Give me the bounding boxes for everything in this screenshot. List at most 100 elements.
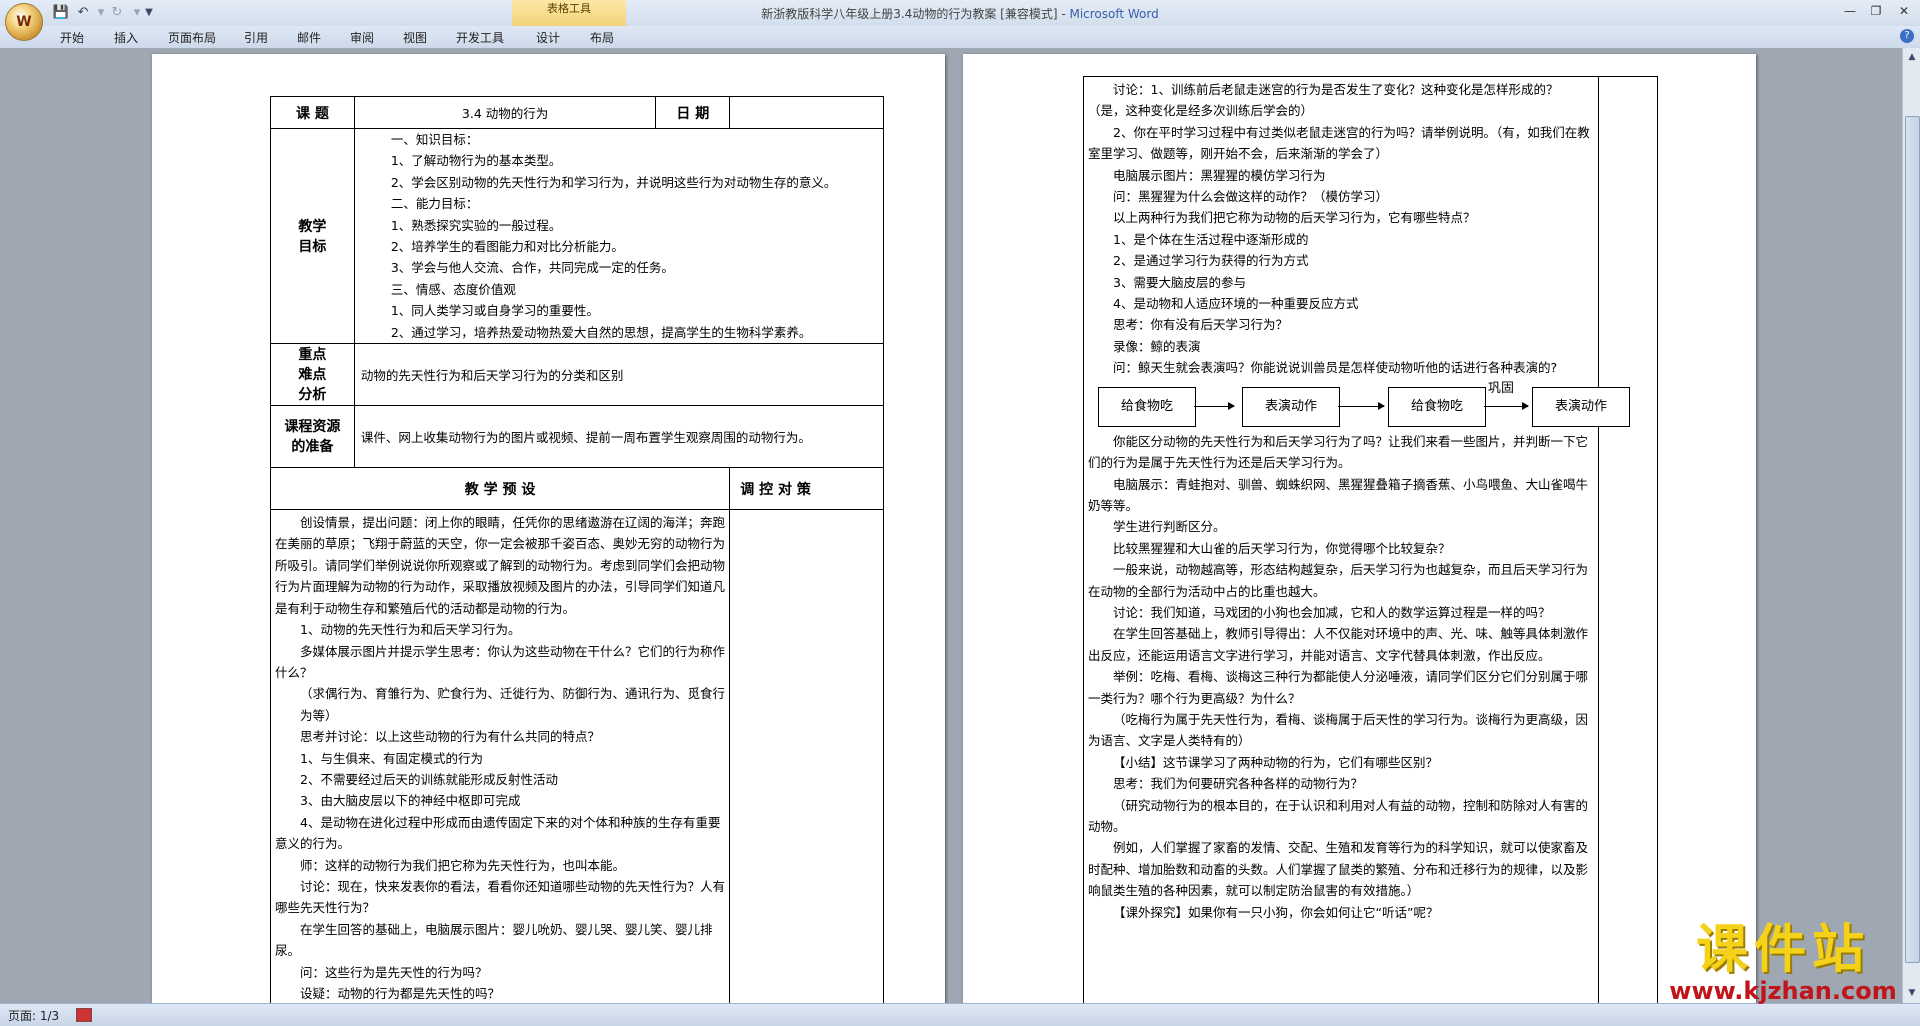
lesson-plan-table-page1: 课 题 3.4 动物的行为 日 期 教学 目标 一、知识目标： 1、了解动物行为的基… (269, 96, 885, 1003)
undo-icon[interactable]: ↶ (74, 4, 92, 22)
status-bar: 页面: 1/3 (0, 1003, 1920, 1026)
flow-arrow-3 (1484, 401, 1529, 410)
proofing-icon[interactable] (76, 1008, 92, 1022)
paragraph: 3、需要大脑皮层的参与 (1113, 274, 1246, 290)
control-column-page2[interactable] (1599, 76, 1658, 1003)
paragraph: 在学生回答基础上，教师引导得出：人不仅能对环境中的声、光、味、触等具体刺激作出反… (1088, 626, 1589, 663)
scroll-thumb[interactable] (1905, 116, 1920, 963)
paragraph: 电脑展示图片：黑猩猩的模仿学习行为 (1113, 167, 1326, 183)
tab-review[interactable]: 审阅 (350, 29, 374, 46)
plan-body: 创设情景，提出问题：闭上你的眼睛，任凭你的思绪遨游在辽阔的海洋；奔跑在美丽的草原… (275, 512, 725, 1003)
office-logo-icon: W (16, 14, 32, 30)
flow-arrow-1 (1194, 401, 1235, 410)
paragraph: 4、是动物和人适应环境的一种重要反应方式 (1113, 296, 1359, 312)
paragraph: （求偶行为、育雏行为、贮食行为、迁徙行为、防御行为、通讯行为、觅食行为等） (300, 686, 726, 723)
res-label-line1: 课程资源 (284, 418, 341, 435)
paragraph: 1、了解动物行为的基本类型。 (390, 153, 562, 169)
help-icon[interactable]: ? (1900, 29, 1914, 43)
site-watermark: 课件站 www.kjzhan.com (1668, 922, 1898, 1004)
paragraph: 【小结】这节课学习了两种动物的行为，它们有哪些区别？ (1113, 754, 1439, 770)
scroll-up-arrow-icon[interactable]: ▲ (1905, 50, 1919, 64)
key-points-label[interactable]: 重点 难点 分析 (270, 343, 355, 407)
vertical-scrollbar[interactable]: ▲ ▼ (1902, 48, 1920, 1003)
paragraph: 学生进行判断区分。 (1113, 519, 1226, 535)
paragraph: 思考并讨论：以上这些动物的行为有什么共同的特点？ (300, 729, 601, 745)
flow-box-feed-2: 给食物吃 (1388, 386, 1486, 427)
paragraph: 设疑：动物的行为都是先天性的吗？ (300, 986, 501, 1001)
tab-insert[interactable]: 插入 (114, 29, 138, 46)
tab-table-design[interactable]: 设计 (536, 29, 560, 46)
resources-label[interactable]: 课程资源 的准备 (270, 405, 355, 469)
control-body-cell[interactable] (729, 509, 884, 1003)
customize-qat-icon[interactable]: ▼ (140, 4, 158, 22)
paragraph: 4、是动物在进化过程中形成而由遗传固定下来的对个体和种族的生存有重要意义的行为。 (275, 814, 721, 852)
tab-mailings[interactable]: 邮件 (297, 29, 321, 46)
paragraph: 1、是个体在生活过程中逐渐形成的 (1113, 231, 1309, 247)
training-flow-diagram: 给食物吃 表演动作 给食物吃 巩固 表演动作 (1088, 379, 1630, 431)
watermark-logo-text: 课件站 (1695, 920, 1870, 980)
resources-value[interactable]: 课件、网上收集动物行为的图片或视频、提前一周布置学生观察周围的动物行为。 (353, 405, 885, 469)
paragraph: 思考：你有没有后天学习行为？ (1113, 317, 1289, 333)
flow-arrow-2 (1338, 401, 1385, 410)
goals-label-line2: 目标 (298, 239, 327, 256)
minimize-button[interactable]: — (1838, 2, 1862, 20)
page-2: 讨论：1、训练前后老鼠走迷宫的行为是否发生了变化？这种变化是怎样形成的？（是，这… (963, 54, 1756, 1003)
tab-table-layout[interactable]: 布局 (590, 29, 614, 46)
flow-box-perform-1: 表演动作 (1242, 386, 1340, 427)
control-header[interactable]: 调 控 对 策 (729, 467, 884, 511)
paragraph: 以上两种行为我们把它称为动物的后天学习行为，它有哪些特点？ (1113, 210, 1476, 226)
page-1: 课 题 3.4 动物的行为 日 期 教学 目标 一、知识目标： 1、了解动物行为的基… (152, 54, 945, 1003)
key-points-value[interactable]: 动物的先天性行为和后天学习行为的分类和区别 (353, 343, 885, 407)
redo-icon[interactable]: ↻ (108, 4, 126, 22)
paragraph: 1、同人类学习或自身学习的重要性。 (390, 303, 599, 319)
paragraph: 比较黑猩猩和大山雀的后天学习行为，你觉得哪个比较复杂？ (1113, 540, 1451, 556)
paragraph: （研究动物行为的根本目的，在于认识和利用对人有益的动物，控制和防除对人有害的动物… (1088, 797, 1589, 834)
tab-references[interactable]: 引用 (244, 29, 268, 46)
paragraph: 例如，人们掌握了家畜的发情、交配、生殖和发育等行为的科学知识，就可以使家畜及时配… (1088, 840, 1589, 899)
plan-body-cell[interactable]: 创设情景，提出问题：闭上你的眼睛，任凭你的思绪遨游在辽阔的海洋；奔跑在美丽的草原… (269, 509, 731, 1003)
paragraph: 讨论：现在，快来发表你的看法，看看你还知道哪些动物的先天性行为？人有哪些先天性行… (275, 878, 726, 916)
ribbon-tabs: 开始 插入 页面布局 引用 邮件 审阅 视图 开发工具 设计 布局 ? (0, 26, 1920, 49)
paragraph: 电脑展示：青蛙抱对、驯兽、蜘蛛织网、黑猩猩叠箱子摘香蕉、小鸟喂鱼、大山雀喝牛奶等… (1088, 476, 1589, 513)
key-label-line1: 重点 (298, 346, 327, 363)
paragraph: 1、与生俱来、有固定模式的行为 (300, 750, 483, 766)
goals-label[interactable]: 教学 目标 (270, 127, 355, 345)
paragraph: 2、通过学习，培养热爱动物热爱大自然的思想，提高学生的生物科学素养。 (390, 324, 812, 340)
paragraph: 一般来说，动物越高等，形态结构越复杂，后天学习行为也越复杂，而且后天学习行为在动… (1088, 562, 1589, 599)
page-count-status[interactable]: 页面: 1/3 (8, 1007, 59, 1024)
flow-box-feed-1: 给食物吃 (1098, 386, 1196, 427)
tab-page-layout[interactable]: 页面布局 (168, 29, 216, 46)
paragraph: 二、能力目标： (390, 196, 479, 212)
tab-home[interactable]: 开始 (60, 29, 84, 46)
date-label[interactable]: 日 期 (655, 96, 731, 129)
plan-header[interactable]: 教 学 预 设 (269, 467, 731, 511)
flow-label-consolidate: 巩固 (1488, 380, 1515, 396)
paragraph: 问：黑猩猩为什么会做这样的动作？（模仿学习） (1113, 189, 1389, 205)
date-value[interactable] (729, 96, 884, 129)
paragraph: 2、是通过学习行为获得的行为方式 (1113, 253, 1309, 269)
paragraph: 3、由大脑皮层以下的神经中枢即可完成 (300, 793, 521, 809)
restore-button[interactable]: ❐ (1864, 2, 1888, 20)
paragraph: 【课外探究】如果你有一只小狗，你会如何让它“听话”呢？ (1113, 904, 1439, 920)
document-title: 新浙教版科学八年级上册3.4动物的行为教案 [兼容模式] - (761, 7, 1070, 21)
course-value[interactable]: 3.4 动物的行为 (353, 96, 657, 129)
close-button[interactable]: ✕ (1892, 2, 1916, 20)
paragraph: 创设情景，提出问题：闭上你的眼睛，任凭你的思绪遨游在辽阔的海洋；奔跑在美丽的草原… (275, 515, 726, 616)
paragraph: 2、培养学生的看图能力和对比分析能力。 (390, 239, 624, 255)
paragraph: 师：这样的动物行为我们把它称为先天性行为，也叫本能。 (300, 857, 626, 873)
paragraph: 讨论：我们知道，马戏团的小狗也会加减，它和人的数学运算过程是一样的吗？ (1113, 604, 1551, 620)
paragraph: 问：这些行为是先天性的行为吗？ (300, 964, 488, 980)
goals-cell[interactable]: 一、知识目标： 1、了解动物行为的基本类型。 2、学会区别动物的先天性行为和学习行为… (353, 127, 885, 345)
save-icon[interactable]: 💾 (52, 4, 70, 22)
course-label[interactable]: 课 题 (270, 96, 355, 129)
key-label-line2: 难点 (298, 366, 327, 383)
plan-body-cell-page2[interactable]: 讨论：1、训练前后老鼠走迷宫的行为是否发生了变化？这种变化是怎样形成的？（是，这… (1083, 76, 1630, 1003)
scroll-down-arrow-icon[interactable]: ▼ (1905, 986, 1919, 1000)
plan-body-top: 讨论：1、训练前后老鼠走迷宫的行为是否发生了变化？这种变化是怎样形成的？（是，这… (1088, 79, 1594, 379)
tab-developer[interactable]: 开发工具 (456, 29, 504, 46)
paragraph: 你能区分动物的先天性行为和后天学习行为了吗？让我们来看一些图片，并判断一下它们的… (1088, 433, 1589, 471)
paragraph: （吃梅行为属于先天性行为，看梅、谈梅属于后天性的学习行为。谈梅行为更高级，因为语… (1088, 711, 1589, 749)
office-button[interactable]: W (5, 3, 43, 41)
tab-view[interactable]: 视图 (403, 29, 427, 46)
lesson-plan-table-page2: 讨论：1、训练前后老鼠走迷宫的行为是否发生了变化？这种变化是怎样形成的？（是，这… (1083, 76, 1630, 1003)
